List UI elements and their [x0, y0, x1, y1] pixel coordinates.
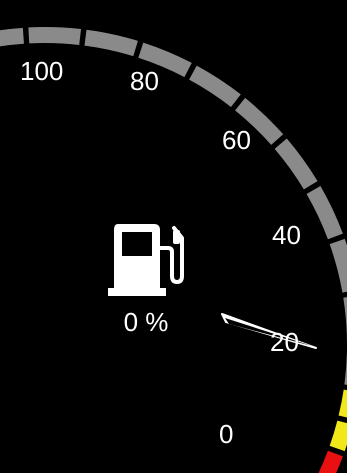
- gauge-track-segment-9: [306, 185, 343, 240]
- tick-label-100: 100: [20, 56, 64, 86]
- tick-label-40: 40: [272, 220, 301, 250]
- gauge-needle: [221, 313, 317, 349]
- gauge-track-segment-10: [329, 238, 347, 293]
- tick-label-80: 80: [130, 66, 159, 96]
- tick-label-60: 60: [222, 125, 251, 155]
- fuel-level-readout: 0 %: [123, 307, 169, 337]
- gauge-track-segment-4: [84, 29, 138, 57]
- gauge-track-segment-8: [274, 138, 318, 190]
- gauge-track-segment-2: [0, 27, 25, 47]
- tick-label-0: 0: [219, 419, 234, 449]
- gauge-track-segment-6: [188, 65, 241, 108]
- tick-label-20: 20: [270, 327, 299, 357]
- gauge-warning-segment-2: [329, 420, 347, 452]
- fuel-pump-icon: [108, 224, 184, 296]
- gauge-critical-segment: [318, 450, 343, 473]
- gauge-track-segment-3: [28, 27, 82, 45]
